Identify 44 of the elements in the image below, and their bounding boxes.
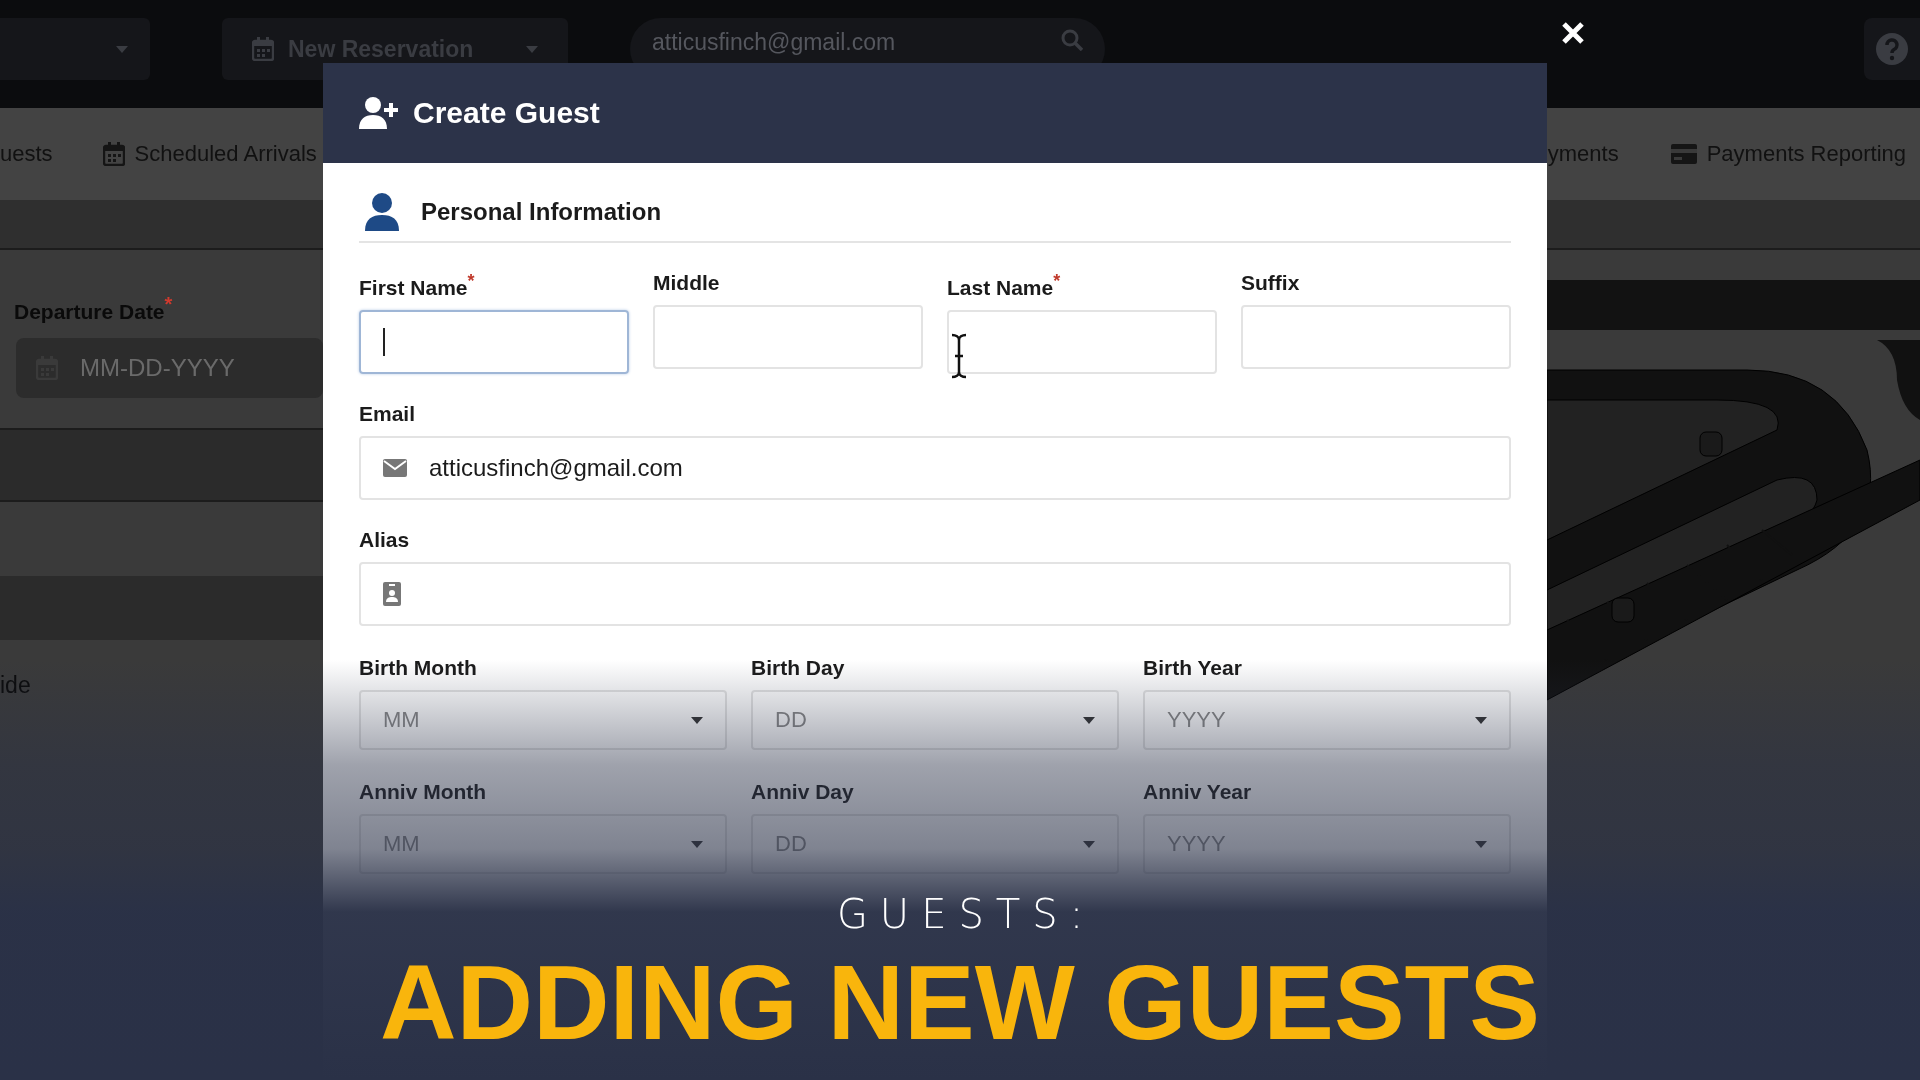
field-label: Middle	[653, 270, 721, 296]
text-caret	[383, 328, 385, 356]
date-field[interactable]: MM-DD-YYYY	[16, 338, 323, 398]
field-label: Anniv Day	[751, 779, 855, 805]
section-title: Personal Information	[421, 198, 662, 226]
select-field[interactable]: MM	[359, 690, 727, 750]
select-field[interactable]: DD	[751, 690, 1119, 750]
search-icon	[1061, 29, 1083, 51]
add-user-icon	[359, 97, 399, 129]
field-label: Birth Month	[359, 655, 478, 681]
email-field[interactable]: atticusfinch@gmail.com	[359, 436, 1511, 500]
help-icon[interactable]	[1875, 32, 1909, 66]
dialog-title: Create Guest	[413, 96, 600, 130]
caret-icon	[691, 716, 703, 724]
dropdown-button[interactable]	[0, 18, 150, 80]
field-label: Suffix	[1241, 270, 1301, 296]
text-field[interactable]	[359, 310, 629, 374]
calendar-plus-icon	[252, 37, 274, 61]
envelope-icon	[383, 459, 407, 477]
calendar-icon	[102, 142, 125, 166]
field-label: Birth Day	[751, 655, 846, 681]
field-label: First Name$^{*}$	[359, 270, 476, 301]
id-badge-icon	[383, 582, 401, 606]
caret-icon	[1475, 716, 1487, 724]
field-label: Birth Year	[1143, 655, 1243, 681]
field-label: Anniv Month	[359, 779, 488, 805]
text-cursor-icon	[950, 333, 968, 379]
close-icon[interactable]	[1561, 21, 1585, 45]
field-label: Last Name$^{*}$	[947, 270, 1062, 301]
field-label: Email	[359, 401, 417, 427]
caret-icon	[1475, 840, 1487, 848]
user-icon	[365, 193, 399, 231]
field-label: Alias	[359, 527, 411, 553]
caret-icon	[691, 840, 703, 848]
caret-icon	[116, 45, 128, 53]
caret-icon	[1083, 840, 1095, 848]
select-field[interactable]: YYYY	[1143, 690, 1511, 750]
credit-card-icon	[1670, 144, 1697, 164]
caption-text: GUESTS:	[835, 891, 1096, 937]
headline-text: ADDING NEW GUESTS	[379, 949, 1541, 1055]
caret-icon	[526, 45, 538, 53]
alias-field[interactable]	[359, 562, 1511, 626]
field-label: Anniv Year	[1143, 779, 1253, 805]
caret-icon	[1083, 716, 1095, 724]
